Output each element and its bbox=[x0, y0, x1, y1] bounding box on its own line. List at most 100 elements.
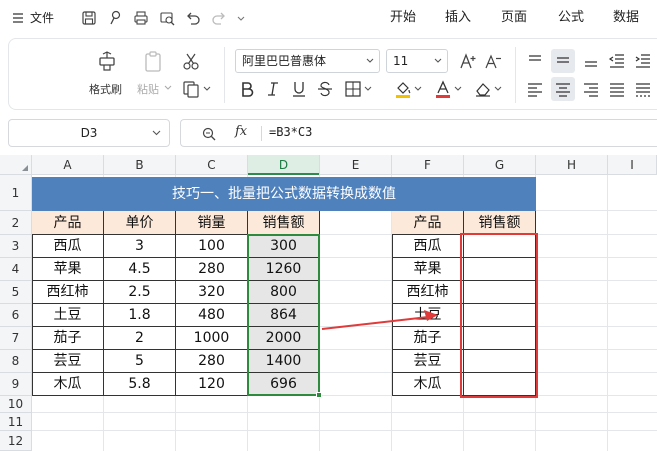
table-cell[interactable]: 320 bbox=[176, 281, 248, 304]
table-cell[interactable]: 西红柿 bbox=[392, 281, 464, 304]
table-cell[interactable]: 3 bbox=[104, 235, 176, 258]
align-center-button[interactable] bbox=[551, 77, 575, 101]
table-cell[interactable]: 芸豆 bbox=[392, 350, 464, 373]
table-cell[interactable]: 土豆 bbox=[392, 304, 464, 327]
copy-dropdown-icon[interactable] bbox=[203, 85, 211, 93]
table-cell[interactable]: 4.5 bbox=[104, 258, 176, 281]
fill-color-dropdown-icon[interactable] bbox=[414, 85, 422, 93]
tab-data[interactable]: 数据 bbox=[613, 9, 639, 29]
insert-function-fx[interactable]: fx bbox=[235, 124, 247, 139]
sales-value-cell[interactable]: 2000 bbox=[248, 327, 320, 350]
formula-input[interactable]: =B3*C3 bbox=[269, 125, 312, 139]
table-cell[interactable]: 120 bbox=[176, 373, 248, 396]
empty-sales-cell[interactable] bbox=[464, 350, 536, 373]
tab-page[interactable]: 页面 bbox=[501, 9, 527, 29]
table-cell[interactable]: 西红柿 bbox=[32, 281, 104, 304]
table-cell[interactable]: 苹果 bbox=[392, 258, 464, 281]
column-header-c[interactable]: C bbox=[176, 155, 248, 175]
table-cell[interactable]: 280 bbox=[176, 258, 248, 281]
borders-dropdown-icon[interactable] bbox=[364, 85, 372, 93]
print-preview-icon[interactable] bbox=[158, 9, 176, 27]
sales-value-cell[interactable]: 1400 bbox=[248, 350, 320, 373]
table-cell[interactable]: 100 bbox=[176, 235, 248, 258]
align-right-icon[interactable] bbox=[581, 79, 601, 99]
clear-format-dropdown-icon[interactable] bbox=[494, 85, 502, 93]
row-header-10[interactable]: 10 bbox=[0, 396, 32, 413]
clear-format-icon[interactable] bbox=[473, 79, 493, 99]
decrease-indent-icon[interactable] bbox=[607, 51, 627, 71]
paste-icon[interactable] bbox=[141, 49, 165, 73]
sales-value-cell[interactable]: 800 bbox=[248, 281, 320, 304]
print-icon[interactable] bbox=[132, 9, 150, 27]
font-color-dropdown-icon[interactable] bbox=[454, 85, 462, 93]
column-header-e[interactable]: E bbox=[320, 155, 392, 175]
table-cell[interactable]: 茄子 bbox=[392, 327, 464, 350]
row-header-9[interactable]: 9 bbox=[0, 373, 32, 396]
table-cell[interactable]: 280 bbox=[176, 350, 248, 373]
table-cell[interactable]: 2 bbox=[104, 327, 176, 350]
tab-insert[interactable]: 插入 bbox=[445, 9, 471, 29]
row-header-1[interactable]: 1 bbox=[0, 175, 32, 211]
table-cell[interactable]: 芸豆 bbox=[32, 350, 104, 373]
increase-indent-icon[interactable] bbox=[633, 51, 653, 71]
empty-sales-cell[interactable] bbox=[464, 373, 536, 396]
quick-access-dropdown-icon[interactable] bbox=[236, 9, 246, 27]
italic-icon[interactable] bbox=[263, 79, 283, 99]
row-header-2[interactable]: 2 bbox=[0, 211, 32, 235]
name-box[interactable]: D3 bbox=[8, 119, 170, 147]
column-header-a[interactable]: A bbox=[32, 155, 104, 175]
sales-value-cell[interactable]: 696 bbox=[248, 373, 320, 396]
sales-value-cell[interactable]: 1260 bbox=[248, 258, 320, 281]
font-color-icon[interactable] bbox=[433, 79, 453, 99]
increase-font-size-icon[interactable] bbox=[458, 51, 478, 71]
align-left-icon[interactable] bbox=[525, 79, 545, 99]
formula-bar[interactable]: fx =B3*C3 bbox=[180, 119, 657, 147]
column-header-f[interactable]: F bbox=[392, 155, 464, 175]
borders-icon[interactable] bbox=[343, 79, 363, 99]
format-brush-icon[interactable] bbox=[106, 9, 124, 27]
cut-icon[interactable] bbox=[181, 51, 201, 71]
tab-home[interactable]: 开始 bbox=[390, 9, 416, 29]
row-header-6[interactable]: 6 bbox=[0, 304, 32, 327]
table-cell[interactable]: 1000 bbox=[176, 327, 248, 350]
table-cell[interactable]: 2.5 bbox=[104, 281, 176, 304]
table-cell[interactable]: 苹果 bbox=[32, 258, 104, 281]
table-cell[interactable]: 1.8 bbox=[104, 304, 176, 327]
row-header-12[interactable]: 12 bbox=[0, 431, 32, 451]
sales-value-cell[interactable]: 864 bbox=[248, 304, 320, 327]
table-cell[interactable]: 茄子 bbox=[32, 327, 104, 350]
empty-sales-cell[interactable] bbox=[464, 304, 536, 327]
column-header-b[interactable]: B bbox=[104, 155, 176, 175]
column-header-d[interactable]: D bbox=[248, 155, 320, 175]
table-cell[interactable]: 5 bbox=[104, 350, 176, 373]
bold-icon[interactable] bbox=[237, 79, 257, 99]
redo-icon[interactable] bbox=[210, 9, 228, 27]
paste-label[interactable]: 粘贴 bbox=[137, 81, 159, 97]
fill-color-icon[interactable] bbox=[393, 79, 413, 99]
row-header-5[interactable]: 5 bbox=[0, 281, 32, 304]
distributed-align-icon[interactable] bbox=[633, 79, 653, 99]
decrease-font-size-icon[interactable] bbox=[483, 51, 503, 71]
row-header-8[interactable]: 8 bbox=[0, 350, 32, 373]
undo-icon[interactable] bbox=[184, 9, 202, 27]
fill-handle[interactable] bbox=[316, 392, 322, 398]
table-cell[interactable]: 480 bbox=[176, 304, 248, 327]
align-bottom-icon[interactable] bbox=[581, 51, 601, 71]
empty-sales-cell[interactable] bbox=[464, 258, 536, 281]
tab-formulas[interactable]: 公式 bbox=[558, 9, 584, 29]
save-icon[interactable] bbox=[80, 9, 98, 27]
table-cell[interactable]: 5.8 bbox=[104, 373, 176, 396]
column-header-g[interactable]: G bbox=[464, 155, 536, 175]
table-cell[interactable]: 土豆 bbox=[32, 304, 104, 327]
table-cell[interactable]: 西瓜 bbox=[32, 235, 104, 258]
empty-sales-cell[interactable] bbox=[464, 327, 536, 350]
copy-icon[interactable] bbox=[181, 79, 201, 99]
row-header-11[interactable]: 11 bbox=[0, 413, 32, 431]
underline-icon[interactable] bbox=[289, 79, 309, 99]
column-header-i[interactable]: I bbox=[608, 155, 657, 175]
column-header-h[interactable]: H bbox=[536, 155, 608, 175]
select-all-corner[interactable] bbox=[0, 155, 32, 175]
table-cell[interactable]: 木瓜 bbox=[392, 373, 464, 396]
align-middle-button[interactable] bbox=[551, 49, 575, 73]
format-painter-icon[interactable] bbox=[95, 49, 119, 73]
